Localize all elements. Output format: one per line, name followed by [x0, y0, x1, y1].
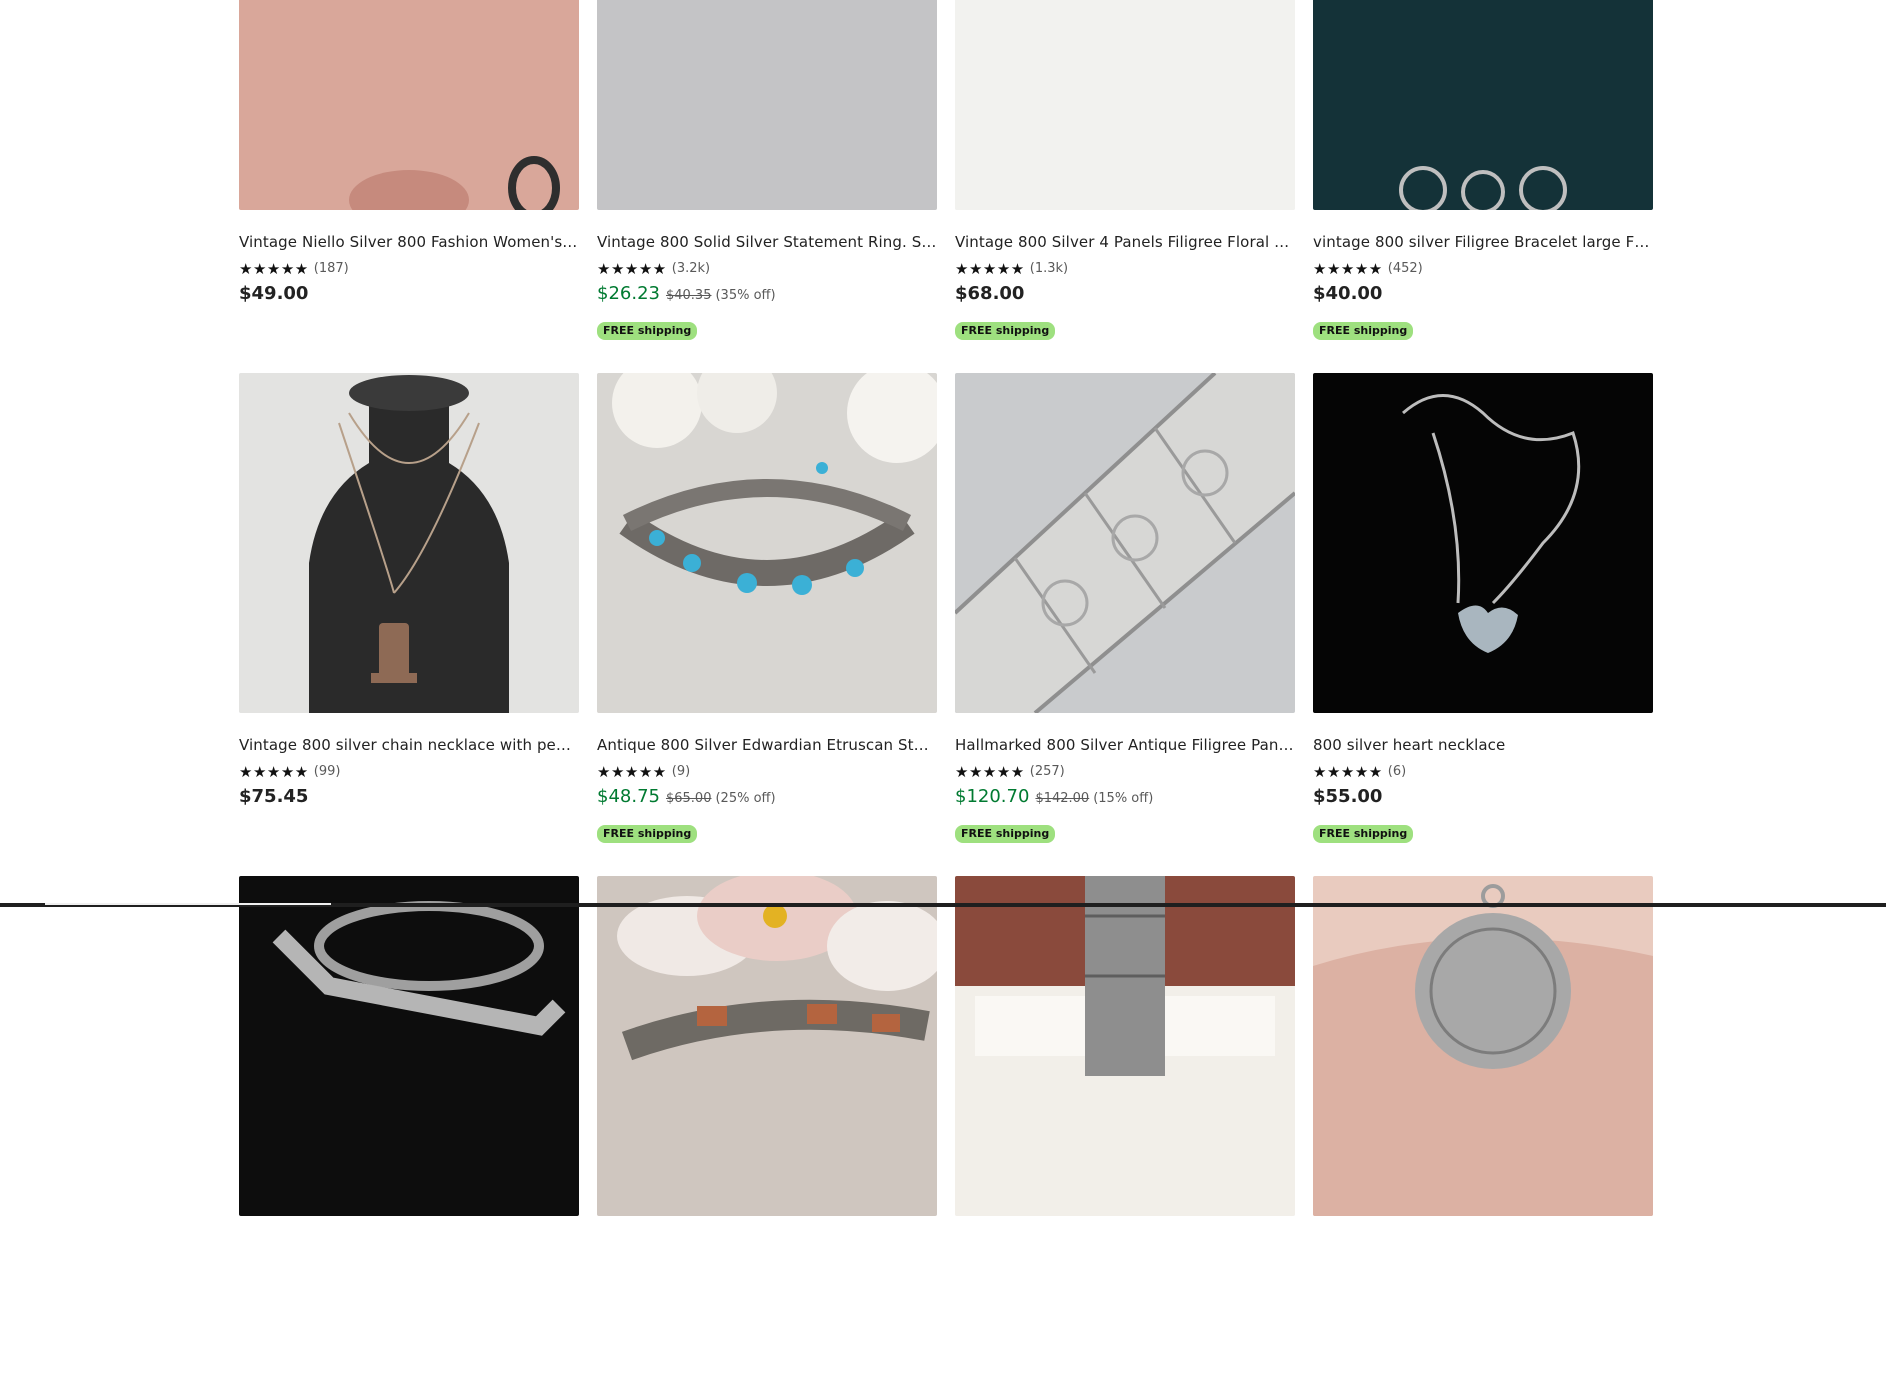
price: $68.00 — [955, 283, 1025, 304]
sale-price: $48.75 — [597, 786, 660, 807]
original-price: $142.00 — [1035, 791, 1090, 806]
star-rating-icon: ★★★★★ — [239, 260, 309, 278]
round-pendant-hand-thumbnail — [1313, 876, 1653, 1216]
listing-grid: Vintage Niello Silver 800 Fashion Women'… — [239, 0, 1655, 1379]
listing-card[interactable] — [1313, 876, 1653, 1379]
free-shipping-badge: FREE shipping — [955, 825, 1056, 843]
listing-card[interactable]: Vintage Niello Silver 800 Fashion Women'… — [239, 0, 579, 373]
listing-image[interactable] — [239, 876, 579, 1216]
price-row: $120.70 $142.00 (15% off) — [955, 786, 1295, 807]
listing-card[interactable]: Antique 800 Silver Edwardian Etruscan St… — [597, 373, 937, 876]
original-price: $40.35 — [665, 288, 712, 303]
horizontal-scrollbar[interactable] — [0, 903, 1886, 907]
price: $55.00 — [1313, 786, 1383, 807]
price-row: $26.23 $40.35 (35% off) — [597, 283, 937, 304]
listing-card[interactable]: vintage 800 silver Filigree Bracelet lar… — [1313, 0, 1653, 373]
scrollbar-thumb[interactable] — [45, 903, 331, 905]
listing-image[interactable] — [597, 0, 937, 210]
listing-image[interactable] — [239, 0, 579, 210]
star-rating-icon: ★★★★★ — [1313, 260, 1383, 278]
listing-title[interactable]: Vintage Niello Silver 800 Fashion Women'… — [239, 232, 579, 252]
review-count: (257) — [1029, 764, 1065, 779]
review-count: (452) — [1387, 261, 1423, 276]
original-price: $65.00 — [665, 791, 712, 806]
rating: ★★★★★ (1.3k) — [955, 261, 1295, 277]
rating: ★★★★★ (452) — [1313, 261, 1653, 277]
listing-title[interactable]: Antique 800 Silver Edwardian Etruscan St… — [597, 735, 937, 755]
star-rating-icon: ★★★★★ — [239, 763, 309, 781]
flower-coral-bracelet-thumbnail — [597, 876, 937, 1216]
discount-percent: (35% off) — [715, 288, 776, 303]
listing-card[interactable]: Hallmarked 800 Silver Antique Filigree P… — [955, 373, 1295, 876]
review-count: (6) — [1387, 764, 1407, 779]
price-row: $75.45 — [239, 786, 579, 807]
free-shipping-badge: FREE shipping — [1313, 825, 1414, 843]
review-count: (187) — [313, 261, 349, 276]
price-row: $68.00 — [955, 283, 1295, 304]
grey-ring-thumbnail — [597, 0, 937, 210]
listing-image[interactable] — [1313, 373, 1653, 713]
listing-card[interactable]: Vintage 800 silver chain necklace with p… — [239, 373, 579, 876]
free-shipping-badge: FREE shipping — [955, 322, 1056, 340]
heart-necklace-thumbnail — [1313, 373, 1653, 713]
discount-percent: (15% off) — [1093, 791, 1154, 806]
listing-image[interactable] — [239, 373, 579, 713]
rating: ★★★★★ (257) — [955, 764, 1295, 780]
free-shipping-badge: FREE shipping — [1313, 322, 1414, 340]
black-filigree-bracelets-thumbnail — [239, 876, 579, 1216]
listing-title[interactable]: vintage 800 silver Filigree Bracelet lar… — [1313, 232, 1653, 252]
turquoise-bracelet-thumbnail — [597, 373, 937, 713]
star-rating-icon: ★★★★★ — [597, 763, 667, 781]
listing-title[interactable]: Vintage 800 Solid Silver Statement Ring.… — [597, 232, 937, 252]
listing-image[interactable] — [597, 876, 937, 1216]
rating: ★★★★★ (9) — [597, 764, 937, 780]
review-count: (99) — [313, 764, 341, 779]
discount-percent: (25% off) — [715, 791, 776, 806]
rating: ★★★★★ (99) — [239, 764, 579, 780]
sale-price: $26.23 — [597, 283, 660, 304]
dark-teal-filigree-thumbnail — [1313, 0, 1653, 210]
listing-card[interactable]: 800 silver heart necklace ★★★★★ (6) $55.… — [1313, 373, 1653, 876]
white-background-thumbnail — [955, 0, 1295, 210]
star-rating-icon: ★★★★★ — [955, 260, 1025, 278]
rating: ★★★★★ (6) — [1313, 764, 1653, 780]
listing-card[interactable] — [239, 876, 579, 1379]
listing-title[interactable]: Hallmarked 800 Silver Antique Filigree P… — [955, 735, 1295, 755]
listing-image[interactable] — [597, 373, 937, 713]
review-count: (9) — [671, 764, 691, 779]
listing-card[interactable]: Vintage 800 Solid Silver Statement Ring.… — [597, 0, 937, 373]
listing-card[interactable] — [955, 876, 1295, 1379]
listing-image[interactable] — [1313, 0, 1653, 210]
listing-card[interactable] — [597, 876, 937, 1379]
free-shipping-badge: FREE shipping — [597, 322, 698, 340]
price-row: $48.75 $65.00 (25% off) — [597, 786, 937, 807]
free-shipping-badge: FREE shipping — [597, 825, 698, 843]
listing-title[interactable]: 800 silver heart necklace — [1313, 735, 1653, 755]
price: $75.45 — [239, 786, 309, 807]
listing-image[interactable] — [955, 0, 1295, 210]
star-rating-icon: ★★★★★ — [597, 260, 667, 278]
filigree-bracelet-box-thumbnail — [955, 876, 1295, 1216]
review-count: (1.3k) — [1029, 261, 1069, 276]
listing-title[interactable]: Vintage 800 silver chain necklace with p… — [239, 735, 579, 755]
listing-image[interactable] — [1313, 876, 1653, 1216]
price-row: $40.00 — [1313, 283, 1653, 304]
rating: ★★★★★ (187) — [239, 261, 579, 277]
star-rating-icon: ★★★★★ — [955, 763, 1025, 781]
price: $49.00 — [239, 283, 309, 304]
filigree-panel-thumbnail — [955, 373, 1295, 713]
sale-price: $120.70 — [955, 786, 1030, 807]
review-count: (3.2k) — [671, 261, 711, 276]
rating: ★★★★★ (3.2k) — [597, 261, 937, 277]
listing-image[interactable] — [955, 876, 1295, 1216]
price-row: $49.00 — [239, 283, 579, 304]
necklace-bust-thumbnail — [239, 373, 579, 713]
listing-title[interactable]: Vintage 800 Silver 4 Panels Filigree Flo… — [955, 232, 1295, 252]
price: $40.00 — [1313, 283, 1383, 304]
star-rating-icon: ★★★★★ — [1313, 763, 1383, 781]
price-row: $55.00 — [1313, 786, 1653, 807]
listing-card[interactable]: Vintage 800 Silver 4 Panels Filigree Flo… — [955, 0, 1295, 373]
hand-ring-thumbnail — [239, 0, 579, 210]
listing-image[interactable] — [955, 373, 1295, 713]
